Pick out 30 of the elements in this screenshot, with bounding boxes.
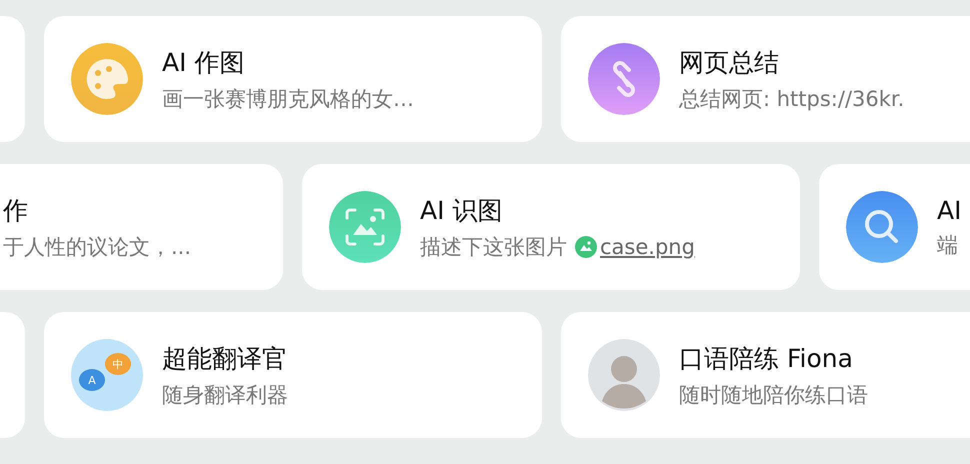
card-subtitle: 随身翻译利器 [162,382,288,408]
card-title: 超能翻译官 [162,342,288,374]
assistant-card[interactable]: A 中 超能翻译官 随身翻译利器 [44,312,542,438]
attachment-link[interactable]: case.png [600,234,695,258]
card-title: 网页总结 [679,46,780,78]
speech-bubble: 中 [105,353,131,375]
image-scan-icon [329,191,401,263]
card-title: 口语陪练 Fiona [679,342,854,374]
card-subtitle: 画一张赛博朋克风格的女… [162,86,414,112]
card-title: 作 [3,194,29,226]
card-title: AI 作图 [162,46,246,78]
card-subtitle: 端 [937,232,958,258]
avatar [588,339,660,411]
card-subtitle: 总结网页: https://36kr. [679,86,904,112]
card-title: AI 识图 [420,194,504,226]
assistant-card[interactable]: AI 作图 画一张赛博朋克风格的女… [44,16,542,142]
assistant-card[interactable]: 作 于人性的议论文，... [0,164,283,290]
palette-icon [71,43,143,115]
card-subtitle: 于人性的议论文，... [3,234,192,260]
assistant-card[interactable]: AI 端 [819,164,970,290]
assistant-card[interactable]: 网页总结 总结网页: https://36kr. [561,16,970,142]
image-icon [575,236,597,258]
card-title: AI [937,196,962,224]
link-icon [588,43,660,115]
card-subtitle: 描述下这张图片 [420,234,567,260]
search-icon [846,191,918,263]
card-subtitle: 随时随地陪你练口语 [679,382,868,408]
speech-bubble: A [79,369,105,391]
assistant-card[interactable]: 口语陪练 Fiona 随时随地陪你练口语 [561,312,970,438]
assistant-card[interactable]: AI 识图 描述下这张图片 case.png [302,164,800,290]
